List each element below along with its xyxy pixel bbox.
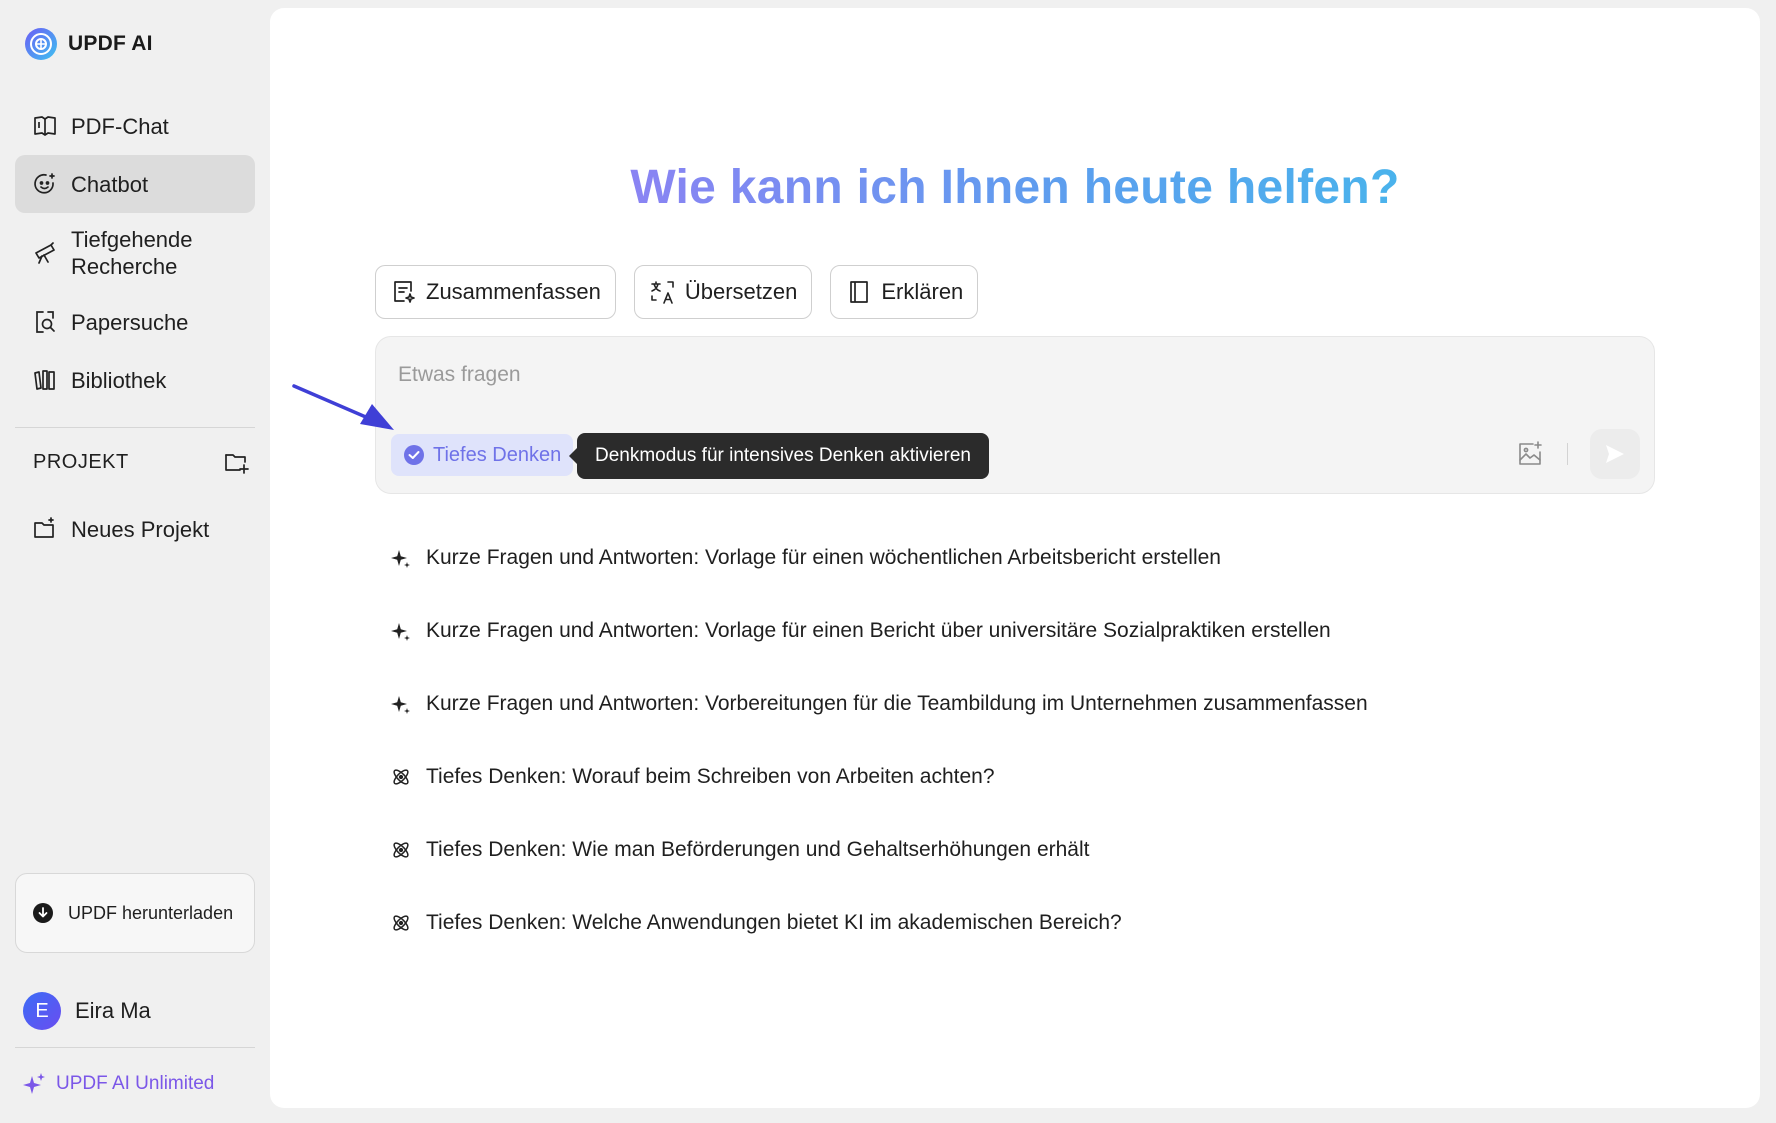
headline-text: Wie kann ich Ihnen heute helfen? [630, 161, 1400, 214]
brand-name: UPDF AI [68, 32, 153, 55]
suggestion-item[interactable]: Tiefes Denken: Wie man Beförderungen und… [390, 830, 1368, 870]
new-folder-icon [31, 515, 59, 543]
new-project-label: Neues Projekt [71, 516, 210, 542]
sparkle-icon [391, 623, 410, 641]
composer-actions [1515, 429, 1640, 479]
sidebar-item-library[interactable]: Bibliothek [15, 351, 255, 409]
user-name: Eira Ma [75, 998, 151, 1023]
chat-input[interactable] [398, 357, 1578, 393]
suggestion-list: Kurze Fragen und Antworten: Vorlage für … [390, 538, 1368, 976]
brand[interactable]: UPDF AI [24, 26, 153, 62]
deep-thinking-label: Tiefes Denken [433, 443, 562, 466]
atom-icon [393, 842, 409, 858]
suggestion-text: Tiefes Denken: Worauf beim Schreiben von… [426, 765, 995, 788]
explain-label: Erklären [881, 279, 964, 304]
tooltip-text: Denkmodus für intensives Denken aktivier… [595, 445, 971, 466]
suggestion-text: Kurze Fragen und Antworten: Vorlage für … [426, 619, 1331, 642]
suggestion-item[interactable]: Kurze Fragen und Antworten: Vorbereitung… [390, 684, 1368, 724]
sidebar-item-paper-search[interactable]: Papersuche [15, 293, 255, 351]
suggestion-item[interactable]: Tiefes Denken: Worauf beim Schreiben von… [390, 757, 1368, 797]
telescope-icon [31, 239, 59, 267]
sidebar-nav: PDF-Chat Chatbot Tiefgehende Recherche P… [15, 97, 255, 409]
atom-icon [393, 915, 409, 931]
book-open-icon [31, 112, 59, 140]
suggestion-text: Tiefes Denken: Wie man Beförderungen und… [426, 838, 1090, 861]
sparkle-icon [391, 550, 410, 568]
main-panel: Wie kann ich Ihnen heute helfen? Zusamme… [270, 8, 1760, 1108]
sidebar-item-label: Tiefgehende Recherche [71, 227, 193, 279]
deep-thinking-tooltip: Denkmodus für intensives Denken aktivier… [569, 433, 989, 479]
sidebar-divider-bottom [15, 1047, 255, 1048]
document-search-icon [31, 308, 59, 336]
send-button[interactable] [1590, 429, 1640, 479]
summarize-icon [394, 281, 415, 303]
download-icon [33, 903, 53, 923]
project-section-header: PROJEKT [33, 448, 251, 476]
download-label: UPDF herunterladen [68, 902, 234, 923]
image-upload-icon[interactable] [1515, 439, 1545, 469]
sidebar-item-label: Papersuche [71, 309, 189, 335]
summarize-label: Zusammenfassen [426, 279, 601, 304]
page-title: Wie kann ich Ihnen heute helfen? [270, 160, 1760, 215]
deep-thinking-toggle[interactable]: Tiefes Denken [391, 434, 574, 476]
translate-button[interactable]: Übersetzen [633, 265, 813, 319]
add-folder-icon[interactable] [223, 448, 251, 476]
translate-icon [651, 281, 674, 304]
summarize-button[interactable]: Zusammenfassen [375, 265, 616, 319]
user-profile[interactable]: E Eira Ma [23, 992, 151, 1030]
sidebar-item-label: Bibliothek [71, 367, 167, 393]
sidebar-item-label: Chatbot [71, 171, 149, 197]
avatar: E [23, 992, 61, 1030]
sidebar-item-pdf-chat[interactable]: PDF-Chat [15, 97, 255, 155]
sidebar-item-label: PDF-Chat [71, 113, 169, 139]
project-title: PROJEKT [33, 450, 129, 473]
sidebar-item-deep-research[interactable]: Tiefgehende Recherche [15, 213, 255, 293]
sidebar: UPDF AI PDF-Chat Chatbot Tiefgehende Rec… [0, 0, 270, 1123]
suggestion-text: Kurze Fragen und Antworten: Vorlage für … [426, 546, 1221, 569]
suggestion-item[interactable]: Kurze Fragen und Antworten: Vorlage für … [390, 538, 1368, 578]
new-project-button[interactable]: Neues Projekt [15, 500, 255, 558]
unlimited-label: UPDF AI Unlimited [56, 1073, 215, 1094]
sidebar-item-chatbot[interactable]: Chatbot [15, 155, 255, 213]
app-window: UPDF AI PDF-Chat Chatbot Tiefgehende Rec… [0, 0, 1776, 1123]
suggestion-text: Tiefes Denken: Welche Anwendungen bietet… [426, 911, 1122, 934]
upgrade-unlimited-link[interactable]: UPDF AI Unlimited [22, 1072, 214, 1096]
chatbot-face-icon [31, 170, 59, 198]
annotation-arrow-icon [292, 384, 394, 430]
sparkle-icon [391, 696, 410, 714]
composer-separator [1567, 443, 1568, 465]
explain-button[interactable]: Erklären [830, 265, 979, 319]
updf-logo-icon [25, 28, 57, 60]
explain-book-icon [850, 281, 869, 303]
library-icon [31, 366, 59, 394]
translate-label: Übersetzen [684, 279, 798, 304]
suggestion-text: Kurze Fragen und Antworten: Vorbereitung… [426, 692, 1368, 715]
download-updf-button[interactable]: UPDF herunterladen [15, 873, 255, 953]
check-circle-icon [404, 445, 424, 465]
suggestion-item[interactable]: Kurze Fragen und Antworten: Vorlage für … [390, 611, 1368, 651]
quick-actions: Zusammenfassen Übersetzen Erklären [375, 265, 979, 319]
sidebar-divider [15, 427, 255, 428]
chat-composer: Tiefes Denken [375, 336, 1655, 494]
sparkle-purple-icon [23, 1073, 45, 1094]
atom-icon [393, 769, 409, 785]
suggestion-item[interactable]: Tiefes Denken: Welche Anwendungen bietet… [390, 903, 1368, 943]
sidebar-item-new-project[interactable]: Neues Projekt [15, 500, 255, 558]
send-icon [1606, 445, 1624, 463]
